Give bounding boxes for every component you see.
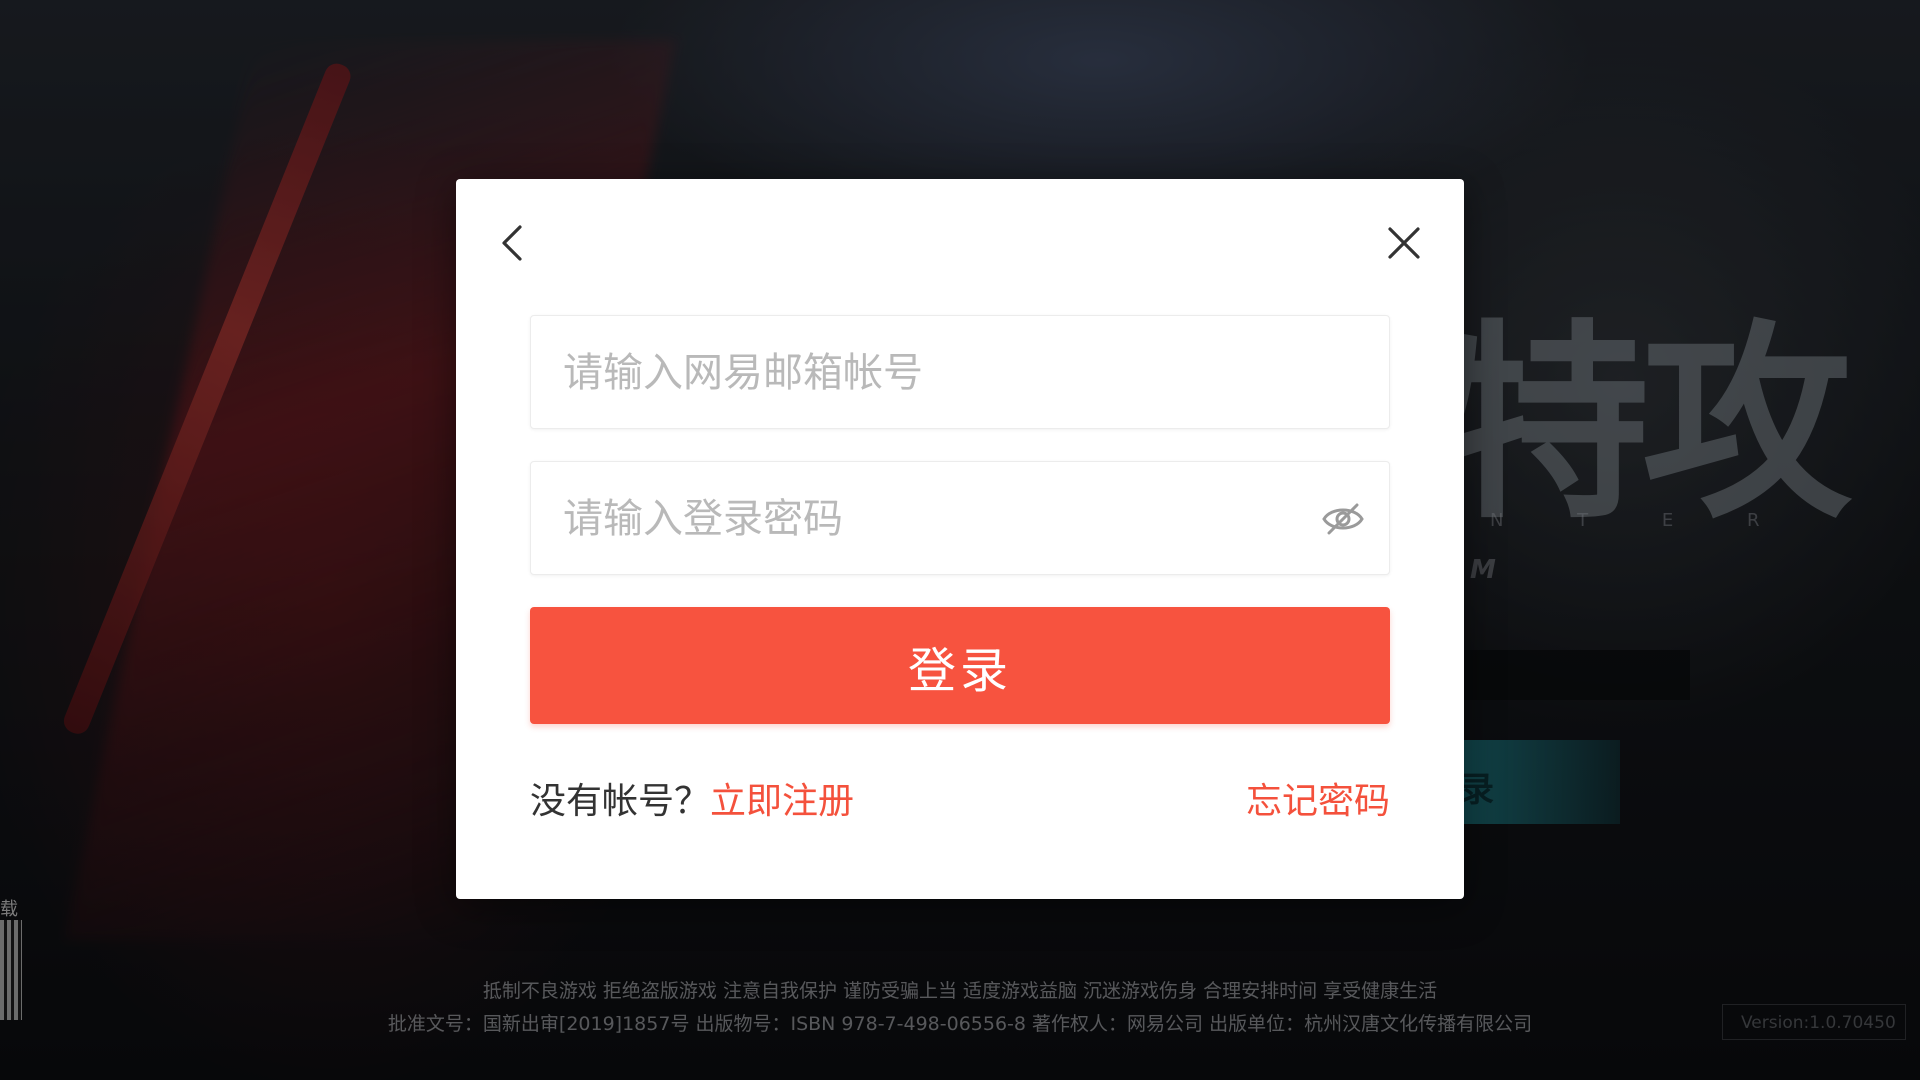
login-button[interactable]: 登录: [530, 607, 1390, 724]
password-input[interactable]: [561, 462, 1325, 576]
game-login-screen: 特攻 N T E R M 录 载 抵制不良游戏 拒绝盗版游戏 注意自我保护 谨防…: [0, 0, 1920, 1080]
chevron-left-icon: [502, 225, 522, 261]
email-field: [530, 315, 1390, 430]
account-links: 没有帐号？立即注册 忘记密码: [530, 777, 1390, 827]
close-icon: [1388, 227, 1420, 259]
login-dialog: 登录 没有帐号？立即注册 忘记密码: [456, 179, 1464, 899]
password-visibility-toggle[interactable]: [1319, 495, 1367, 543]
no-account-text: 没有帐号？: [530, 781, 711, 822]
register-link[interactable]: 立即注册: [710, 781, 854, 822]
eye-off-icon: [1322, 503, 1364, 535]
email-input[interactable]: [561, 316, 1325, 430]
password-field: [530, 461, 1390, 576]
forgot-password-link[interactable]: 忘记密码: [1246, 777, 1390, 827]
back-button[interactable]: [484, 215, 540, 271]
close-button[interactable]: [1376, 215, 1432, 271]
